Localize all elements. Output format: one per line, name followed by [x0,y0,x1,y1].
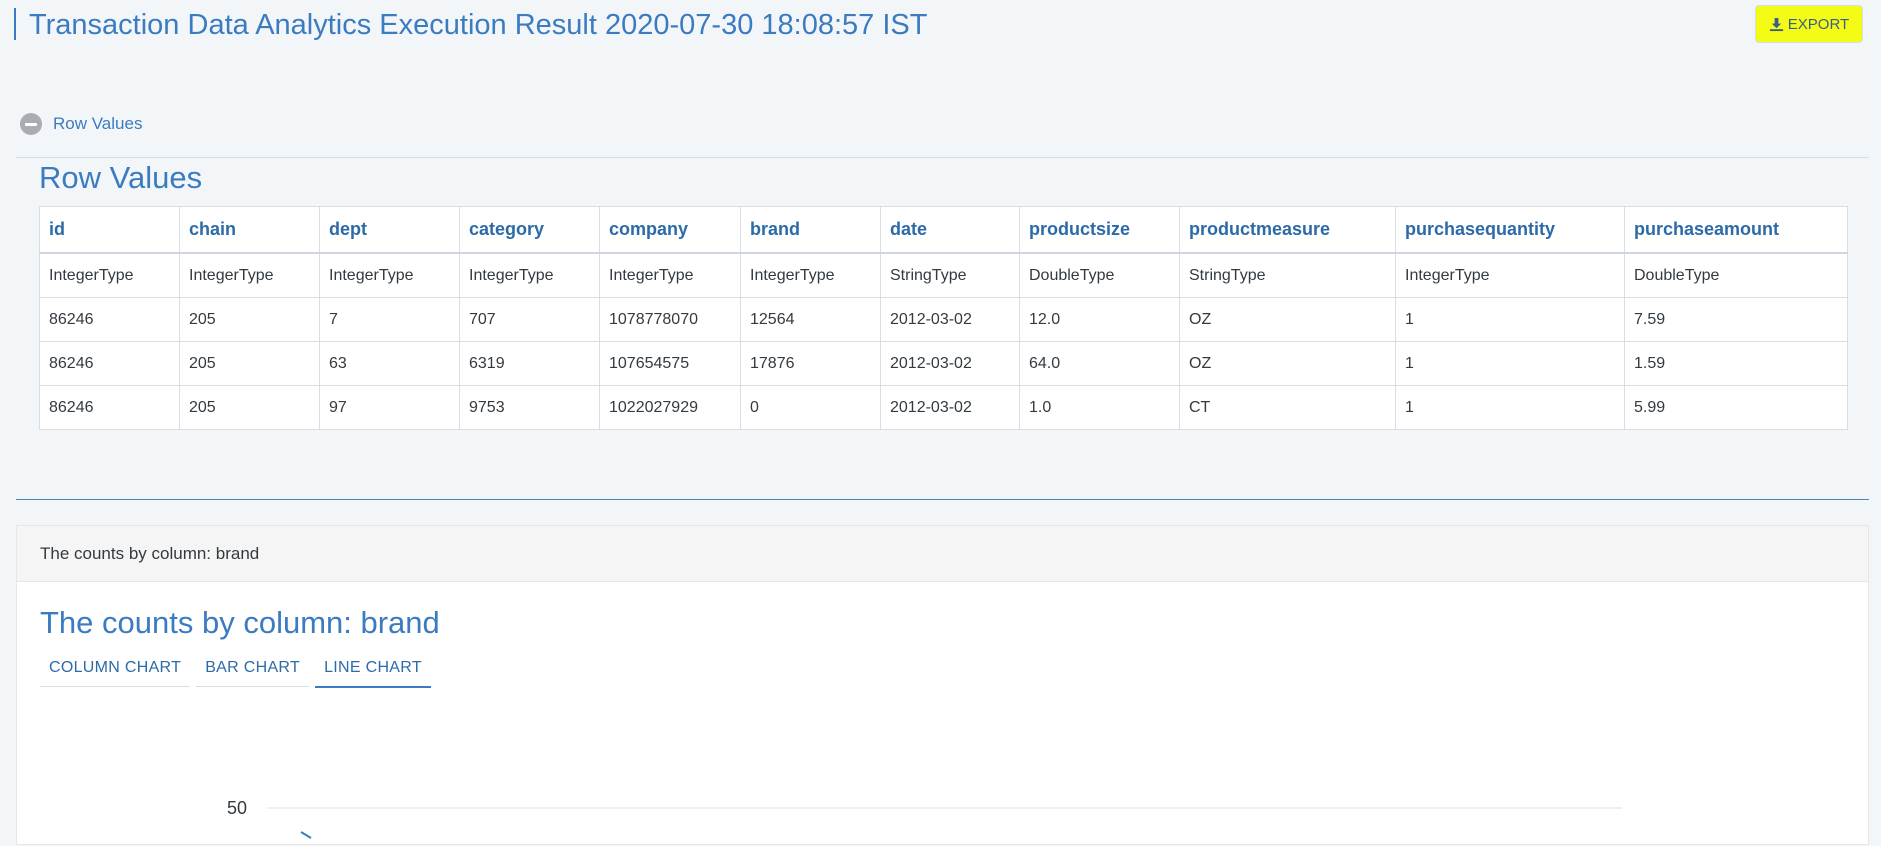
table-cell: 63 [319,341,460,386]
table-cell: 12.0 [1019,297,1180,342]
table-cell: 1078778070 [599,297,741,342]
page-title: Transaction Data Analytics Execution Res… [14,8,927,41]
section-divider [16,499,1869,500]
download-icon [1769,17,1783,31]
table-cell: 107654575 [599,341,741,386]
table-cell: OZ [1179,297,1396,342]
table-cell: 1 [1395,341,1625,386]
row-values-title: Row Values [39,160,203,195]
table-cell: 707 [459,297,600,342]
table-cell: 7.59 [1624,297,1848,342]
column-header-date: date [880,206,1020,254]
table-row: 86246 205 97 9753 1022027929 0 2012-03-02 1.0 CT… [39,385,1848,430]
y-tick-label-50: 50 [227,798,247,818]
table-cell: StringType [880,252,1020,298]
table-cell: 1 [1395,385,1625,430]
table-cell: 9753 [459,385,600,430]
table-cell: IntegerType [319,252,460,298]
column-header-company: company [599,206,741,254]
table-cell: 12564 [740,297,881,342]
chart-tabs: COLUMN CHART BAR CHART LINE CHART [40,652,431,688]
divider [16,157,1869,158]
table-cell: 0 [740,385,881,430]
table-cell: 2012-03-02 [880,297,1020,342]
table-cell: 86246 [39,297,180,342]
table-cell: OZ [1179,341,1396,386]
table-cell: 86246 [39,341,180,386]
table-row: IntegerType IntegerType IntegerType Integer… [39,252,1848,298]
table-cell: IntegerType [459,252,600,298]
column-header-id: id [39,206,180,254]
table-cell: 17876 [740,341,881,386]
table-cell: 97 [319,385,460,430]
table-cell: 205 [179,341,320,386]
table-cell: IntegerType [740,252,881,298]
table-cell: 1022027929 [599,385,741,430]
chart-title: The counts by column: brand [40,605,440,640]
column-header-chain: chain [179,206,320,254]
tab-bar-chart[interactable]: BAR CHART [196,652,310,687]
table-cell: DoubleType [1019,252,1180,298]
table-cell: DoubleType [1624,252,1848,298]
table-cell: IntegerType [179,252,320,298]
row-values-toggle[interactable]: Row Values [20,111,142,137]
table-header-row: id chain dept category company brand date produ… [39,206,1848,254]
table-cell: 6319 [459,341,600,386]
export-label: EXPORT [1787,15,1850,33]
table-cell: 86246 [39,385,180,430]
table-cell: 1.59 [1624,341,1848,386]
table-cell: 2012-03-02 [880,341,1020,386]
export-button[interactable]: EXPORT [1755,5,1863,43]
counts-panel: The counts by column: brand The counts b… [16,525,1869,845]
column-header-productmeasure: productmeasure [1179,206,1396,254]
row-values-table: id chain dept category company brand date produ… [39,206,1848,430]
table-cell: 205 [179,385,320,430]
tab-column-chart[interactable]: COLUMN CHART [40,652,191,687]
column-header-productsize: productsize [1019,206,1180,254]
table-cell: 64.0 [1019,341,1180,386]
table-cell: 1 [1395,297,1625,342]
table-row: 86246 205 63 6319 107654575 17876 2012-03-02 64… [39,341,1848,386]
column-header-category: category [459,206,600,254]
column-header-brand: brand [740,206,881,254]
panel-heading[interactable]: The counts by column: brand [17,526,1868,582]
table-cell: 7 [319,297,460,342]
column-header-purchasequantity: purchasequantity [1395,206,1625,254]
row-values-toggle-label: Row Values [53,114,143,133]
table-cell: IntegerType [1395,252,1625,298]
table-cell: StringType [1179,252,1396,298]
table-cell: IntegerType [39,252,180,298]
column-header-dept: dept [319,206,460,254]
table-cell: 205 [179,297,320,342]
table-cell: 1.0 [1019,385,1180,430]
table-cell: 5.99 [1624,385,1848,430]
table-cell: CT [1179,385,1396,430]
tab-line-chart[interactable]: LINE CHART [315,652,431,688]
column-header-purchaseamount: purchaseamount [1624,206,1848,254]
minus-circle-icon [20,113,42,135]
table-cell: IntegerType [599,252,741,298]
table-row: 86246 205 7 707 1078778070 12564 2012-03-02 12.… [39,297,1848,342]
table-cell: 2012-03-02 [880,385,1020,430]
series-line-start [300,831,312,839]
